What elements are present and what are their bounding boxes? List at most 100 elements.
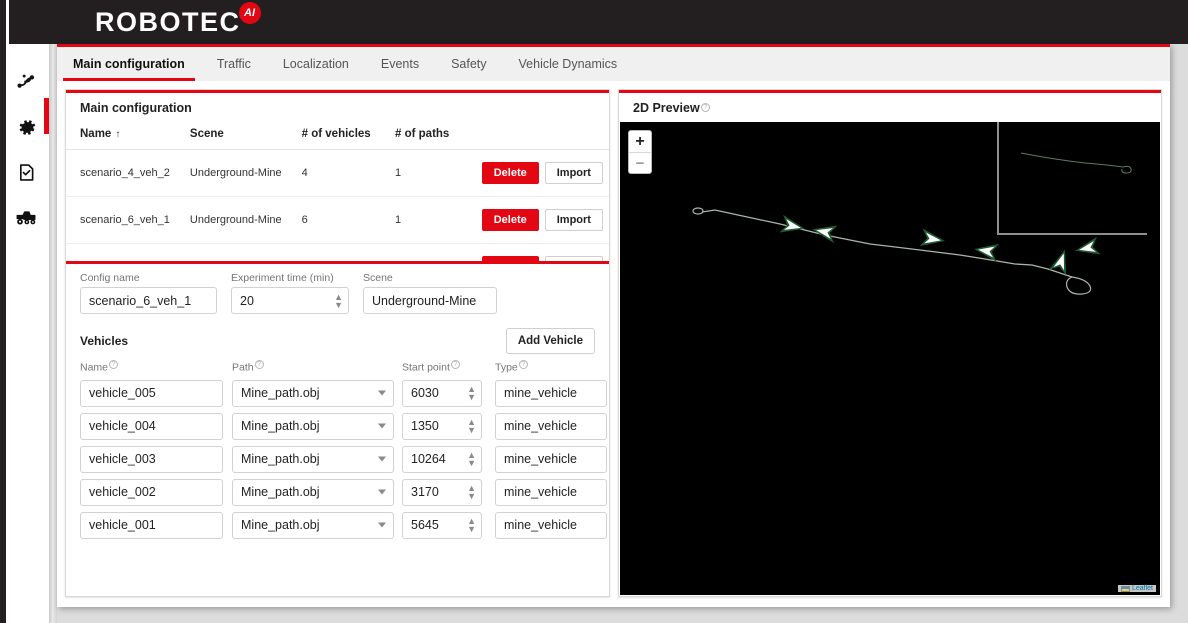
column-header-vehicles[interactable]: # of vehicles bbox=[288, 119, 381, 150]
help-icon[interactable]: ? bbox=[109, 360, 118, 369]
vehicle-start-point-input[interactable] bbox=[402, 479, 482, 506]
brand-ai-badge: AI bbox=[239, 2, 261, 24]
brand-logo[interactable]: ROBOTEC AI bbox=[95, 4, 261, 40]
tab-safety[interactable]: Safety bbox=[435, 47, 502, 81]
minimap-graphic bbox=[999, 122, 1149, 235]
leaflet-flag-icon bbox=[1121, 586, 1130, 592]
vehicle-name-input[interactable] bbox=[80, 512, 223, 539]
minimap-overview[interactable] bbox=[997, 122, 1147, 235]
page-bottom-background bbox=[57, 607, 1188, 623]
vehicle-marker[interactable] bbox=[920, 228, 947, 250]
vehicle-start-cell: ▲▼ bbox=[402, 476, 495, 509]
config-name-input[interactable] bbox=[80, 287, 217, 314]
tab-traffic[interactable]: Traffic bbox=[201, 47, 267, 81]
vehicle-start-cell: ▲▼ bbox=[402, 377, 495, 410]
zoom-in-button[interactable]: + bbox=[629, 131, 651, 152]
vehicle-column-name-text: Name bbox=[80, 362, 108, 374]
vehicle-row: ▲▼ bbox=[80, 410, 609, 443]
tab-localization[interactable]: Localization bbox=[267, 47, 365, 81]
sidebar-item-routes[interactable] bbox=[12, 68, 40, 96]
vehicle-row: ▲▼ bbox=[80, 443, 609, 476]
vehicle-type-input[interactable] bbox=[495, 413, 607, 440]
minimap-route-line bbox=[1021, 153, 1123, 167]
vehicle-row: ▲▼ bbox=[80, 377, 609, 410]
vehicle-marker[interactable] bbox=[779, 215, 806, 238]
vehicle-path-select[interactable] bbox=[232, 446, 394, 473]
vehicle-type-input[interactable] bbox=[495, 380, 607, 407]
column-header-paths[interactable]: # of paths bbox=[381, 119, 468, 150]
vehicle-name-input[interactable] bbox=[80, 413, 223, 440]
vehicle-type-cell bbox=[495, 509, 609, 542]
vehicle-start-point-input[interactable] bbox=[402, 380, 482, 407]
add-vehicle-button[interactable]: Add Vehicle bbox=[506, 328, 595, 354]
column-header-name[interactable]: Name↑ bbox=[66, 119, 176, 150]
vehicle-path-select[interactable] bbox=[232, 413, 394, 440]
map-canvas[interactable]: + − bbox=[620, 122, 1160, 595]
vehicle-start-point-input[interactable] bbox=[402, 512, 482, 539]
vehicle-row: ▲▼ bbox=[80, 476, 609, 509]
scenario-vehicle-count: 4 bbox=[288, 150, 381, 197]
vehicle-type-cell bbox=[495, 410, 609, 443]
vehicle-marker[interactable] bbox=[1073, 237, 1100, 260]
sidebar-item-validation[interactable] bbox=[12, 158, 40, 186]
vehicle-start-cell: ▲▼ bbox=[402, 410, 495, 443]
import-button[interactable]: Import bbox=[545, 209, 603, 231]
vehicle-path-select[interactable] bbox=[232, 512, 394, 539]
column-header-actions bbox=[468, 119, 609, 150]
help-icon[interactable]: ? bbox=[255, 360, 264, 369]
vehicle-name-cell bbox=[80, 443, 232, 476]
scenario-scene: Underground-Mine bbox=[176, 197, 288, 244]
route-end-loop bbox=[1067, 277, 1091, 294]
tab-main-configuration[interactable]: Main configuration bbox=[57, 47, 201, 81]
gear-icon bbox=[15, 116, 38, 139]
vehicle-column-start-text: Start point bbox=[402, 362, 450, 374]
vehicle-path-select[interactable] bbox=[232, 479, 394, 506]
map-zoom-controls: + − bbox=[628, 130, 652, 174]
vehicle-path-select[interactable] bbox=[232, 380, 394, 407]
scenario-vehicle-count: 6 bbox=[288, 197, 381, 244]
vehicle-type-cell bbox=[495, 476, 609, 509]
panel-resize-handle[interactable] bbox=[66, 261, 609, 264]
leaflet-attribution[interactable]: Leaflet bbox=[1118, 585, 1156, 592]
vehicle-name-cell bbox=[80, 410, 232, 443]
vehicle-start-wrap: ▲▼ bbox=[402, 384, 482, 401]
experiment-time-input[interactable] bbox=[231, 287, 349, 314]
vehicle-type-input[interactable] bbox=[495, 446, 607, 473]
help-icon[interactable]: ? bbox=[519, 360, 528, 369]
scenario-path-count: 1 bbox=[381, 197, 468, 244]
help-icon[interactable]: ? bbox=[451, 360, 460, 369]
vehicles-table-header-row: Name? Path? Start point? Type? Spe bbox=[80, 360, 609, 377]
document-check-icon bbox=[16, 162, 37, 183]
zoom-out-button[interactable]: − bbox=[629, 152, 651, 173]
route-icon bbox=[15, 71, 37, 93]
delete-button[interactable]: Delete bbox=[482, 162, 539, 184]
vehicle-column-path-text: Path bbox=[232, 362, 254, 374]
help-icon[interactable]: ? bbox=[701, 103, 710, 112]
vehicle-column-header-type: Type? bbox=[495, 360, 609, 377]
vehicle-start-point-input[interactable] bbox=[402, 446, 482, 473]
vehicle-name-input[interactable] bbox=[80, 479, 223, 506]
vehicle-type-input[interactable] bbox=[495, 512, 607, 539]
vehicle-start-point-input[interactable] bbox=[402, 413, 482, 440]
preview-panel-title-text: 2D Preview bbox=[633, 101, 700, 115]
main-configuration-title: Main configuration bbox=[66, 90, 609, 119]
tab-vehicle-dynamics[interactable]: Vehicle Dynamics bbox=[503, 47, 634, 81]
vehicles-section-header: Vehicles Add Vehicle bbox=[80, 328, 595, 354]
vehicle-name-input[interactable] bbox=[80, 446, 223, 473]
sidebar-item-settings[interactable] bbox=[12, 113, 40, 141]
delete-button[interactable]: Delete bbox=[482, 209, 539, 231]
table-row[interactable]: scenario_6_veh_1 Underground-Mine 6 1 De… bbox=[66, 197, 609, 244]
vehicle-type-input[interactable] bbox=[495, 479, 607, 506]
column-header-scene[interactable]: Scene bbox=[176, 119, 288, 150]
sidebar-item-vehicles[interactable] bbox=[12, 203, 40, 231]
scene-input[interactable] bbox=[363, 287, 497, 314]
main-configuration-title-text: Main configuration bbox=[80, 101, 192, 115]
import-button[interactable]: Import bbox=[545, 162, 603, 184]
vehicle-column-type-text: Type bbox=[495, 362, 518, 374]
table-row[interactable]: scenario_4_veh_2 Underground-Mine 4 1 De… bbox=[66, 150, 609, 197]
sidebar-gutter bbox=[49, 44, 57, 623]
vehicle-marker[interactable] bbox=[973, 240, 1000, 262]
vehicle-name-input[interactable] bbox=[80, 380, 223, 407]
tab-events[interactable]: Events bbox=[365, 47, 435, 81]
scenario-actions: Delete Import bbox=[468, 197, 609, 244]
